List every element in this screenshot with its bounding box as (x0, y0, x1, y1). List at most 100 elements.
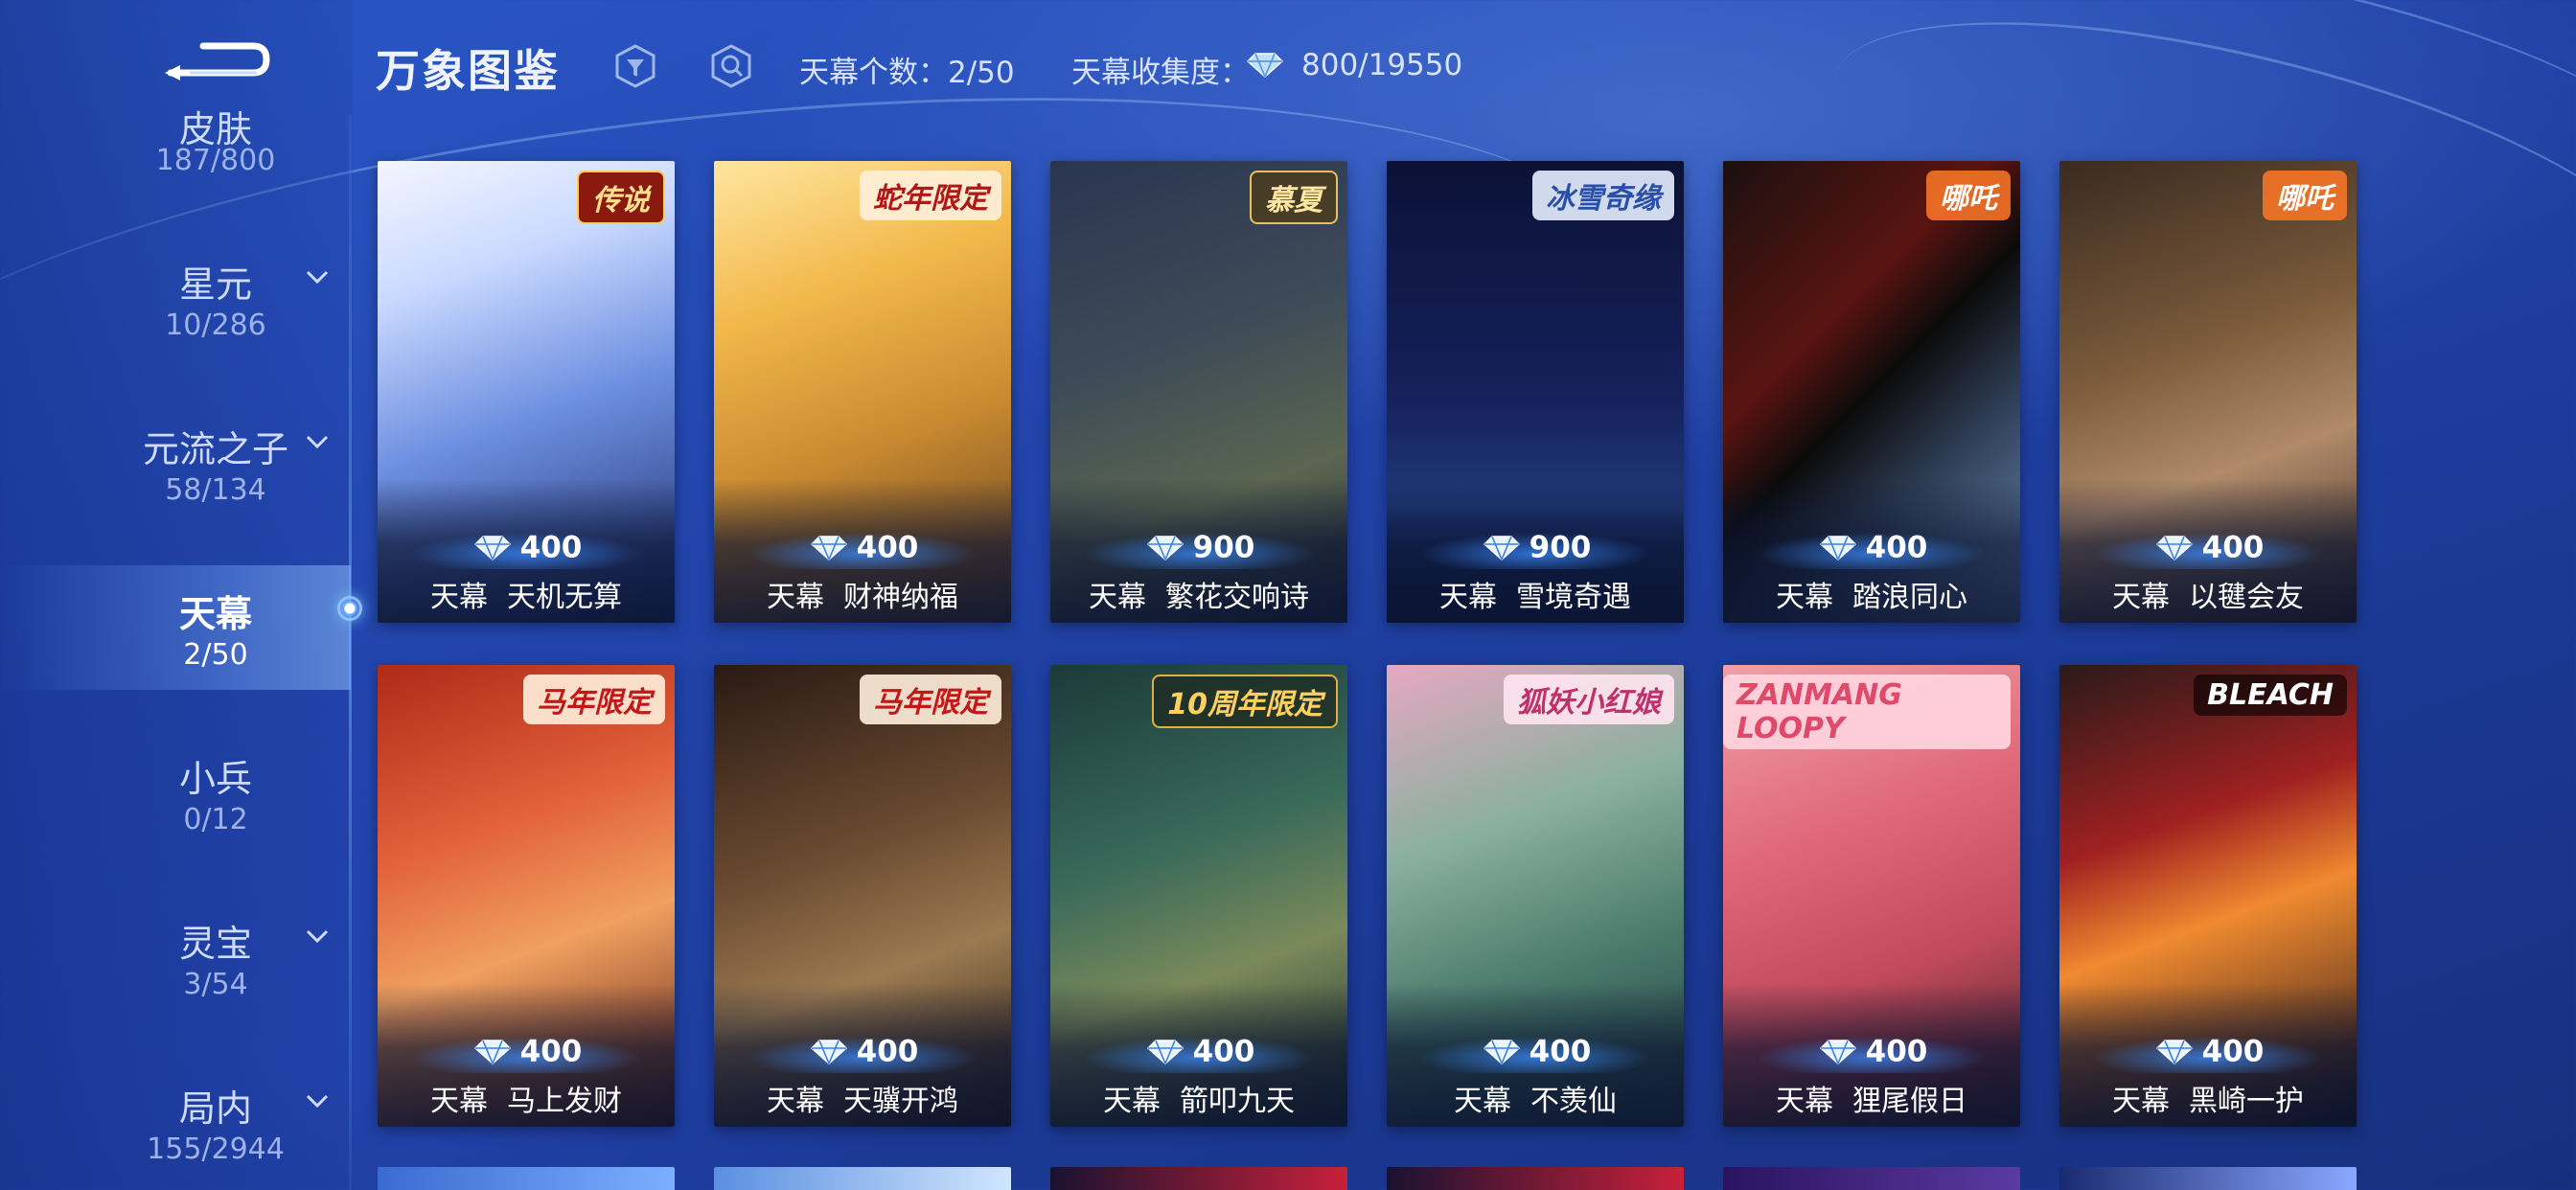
card-type: 天幕 (430, 581, 488, 614)
sidebar-item-label: 局内 (178, 1087, 252, 1130)
sidebar-item-skins[interactable]: 皮肤 187/800 (0, 100, 345, 186)
card-title: 天幕 不羡仙 (1387, 1077, 1684, 1118)
card-name: 踏浪同心 (1852, 581, 1967, 614)
card-name: 天骥开鸿 (843, 1085, 958, 1118)
page-title: 万象图鉴 (376, 45, 560, 97)
sidebar-item-minions[interactable]: 小兵 0/12 (0, 749, 345, 845)
diamond-icon (1146, 1039, 1184, 1064)
sidebar-item-label: 小兵 (178, 758, 252, 800)
sidebar-item-lingbao[interactable]: 灵宝 3/54 (0, 914, 345, 1010)
card-partial[interactable] (1723, 1167, 2020, 1190)
diamond-icon (1246, 53, 1284, 79)
sidebar-item-count: 155/2944 (147, 1133, 285, 1166)
card-price-value: 400 (1529, 1034, 1592, 1069)
sidebar-item-count: 2/50 (183, 638, 248, 672)
card-partial[interactable] (378, 1167, 675, 1190)
diamond-icon (2155, 535, 2193, 561)
card-partial[interactable] (714, 1167, 1011, 1190)
card-price: 400 (378, 529, 675, 565)
diamond-icon (1483, 1039, 1520, 1064)
collection-label: 天幕收集度： (1071, 56, 1250, 90)
diamond-icon (473, 535, 511, 561)
card-name: 狸尾假日 (1852, 1085, 1967, 1118)
card-type: 天幕 (1454, 1085, 1511, 1118)
card-title: 天幕 雪境奇遇 (1387, 573, 1684, 614)
filter-icon[interactable] (611, 42, 659, 90)
sidebar-item-count: 187/800 (155, 144, 276, 177)
card-price: 900 (1050, 529, 1347, 565)
chevron-down-icon (306, 435, 329, 449)
card-price-value: 400 (519, 530, 583, 565)
tianmu-card[interactable]: 狐妖小红娘 400 天幕 不羡仙 (1387, 665, 1684, 1127)
card-name: 财神纳福 (843, 581, 958, 614)
card-price: 400 (378, 1033, 675, 1069)
search-icon[interactable] (707, 42, 755, 90)
sidebar-item-tianmu[interactable]: 天幕 2/50 (0, 584, 345, 680)
card-title: 天幕 繁花交响诗 (1050, 573, 1347, 614)
card-price: 900 (1387, 529, 1684, 565)
card-price-value: 400 (1865, 1034, 1928, 1069)
card-name: 繁花交响诗 (1165, 581, 1309, 614)
card-type: 天幕 (2112, 1085, 2170, 1118)
tianmu-card[interactable]: 慕夏 900 天幕 繁花交响诗 (1050, 161, 1347, 623)
tianmu-card[interactable]: 传说 400 天幕 天机无算 (378, 161, 675, 623)
tianmu-card[interactable]: 蛇年限定 400 天幕 财神纳福 (714, 161, 1011, 623)
sidebar-item-count: 58/134 (165, 473, 266, 507)
card-price: 400 (1050, 1033, 1347, 1069)
diamond-icon (1483, 535, 1520, 561)
card-price: 400 (1387, 1033, 1684, 1069)
sidebar-item-xingyuan[interactable]: 星元 10/286 (0, 255, 345, 351)
tianmu-card[interactable]: ZANMANG LOOPY 400 天幕 狸尾假日 (1723, 665, 2020, 1127)
tianmu-card[interactable]: 冰雪奇缘 900 天幕 雪境奇遇 (1387, 161, 1684, 623)
sidebar-item-yuanliu[interactable]: 元流之子 58/134 (0, 420, 345, 515)
card-price-value: 400 (856, 530, 919, 565)
card-type: 天幕 (767, 1085, 824, 1118)
tianmu-card[interactable]: BLEACH 400 天幕 黑崎一护 (2059, 665, 2357, 1127)
sidebar-item-ingame[interactable]: 局内 155/2944 (0, 1079, 345, 1175)
tianmu-card[interactable]: 马年限定 400 天幕 天骥开鸿 (714, 665, 1011, 1127)
card-type: 天幕 (430, 1085, 488, 1118)
sidebar-item-label: 星元 (178, 263, 252, 306)
card-type: 天幕 (767, 581, 824, 614)
card-type: 天幕 (2112, 581, 2170, 614)
tianmu-card[interactable]: 哪吒 400 天幕 踏浪同心 (1723, 161, 2020, 623)
sidebar-item-label: 灵宝 (178, 923, 252, 965)
card-title: 天幕 黑崎一护 (2059, 1077, 2357, 1118)
card-price: 400 (714, 1033, 1011, 1069)
card-name: 天机无算 (507, 581, 622, 614)
card-badge: 慕夏 (1250, 171, 1338, 224)
sidebar-item-label: 元流之子 (142, 428, 288, 470)
sidebar-item-count: 10/286 (165, 309, 266, 342)
card-type: 天幕 (1439, 581, 1497, 614)
card-partial[interactable] (2059, 1167, 2357, 1190)
card-badge: 马年限定 (523, 675, 665, 724)
diamond-icon (473, 1039, 511, 1064)
tianmu-card[interactable]: 哪吒 400 天幕 以毽会友 (2059, 161, 2357, 623)
card-price-value: 400 (1865, 530, 1928, 565)
card-price: 400 (1723, 529, 2020, 565)
card-name: 雪境奇遇 (1516, 581, 1631, 614)
tianmu-card[interactable]: 10周年限定 400 天幕 箭叩九天 (1050, 665, 1347, 1127)
card-title: 天幕 箭叩九天 (1050, 1077, 1347, 1118)
collection-value: 800/19550 (1301, 48, 1463, 82)
back-button[interactable] (161, 31, 276, 88)
card-price: 400 (1723, 1033, 2020, 1069)
card-type: 天幕 (1103, 1085, 1161, 1118)
card-badge: 狐妖小红娘 (1504, 675, 1674, 724)
chevron-down-icon (306, 929, 329, 944)
card-name: 黑崎一护 (2189, 1085, 2304, 1118)
card-badge: 10周年限定 (1152, 675, 1338, 728)
card-title: 天幕 天骥开鸿 (714, 1077, 1011, 1118)
card-partial[interactable] (1050, 1167, 1347, 1190)
chevron-down-icon (306, 270, 329, 285)
card-title: 天幕 财神纳福 (714, 573, 1011, 614)
card-partial[interactable] (1387, 1167, 1684, 1190)
diamond-icon (810, 535, 847, 561)
sidebar-item-count: 0/12 (183, 803, 248, 836)
card-title: 天幕 踏浪同心 (1723, 573, 2020, 614)
card-title: 天幕 狸尾假日 (1723, 1077, 2020, 1118)
card-type: 天幕 (1776, 1085, 1833, 1118)
diamond-icon (1819, 535, 1856, 561)
diamond-icon (2155, 1039, 2193, 1064)
tianmu-card[interactable]: 马年限定 400 天幕 马上发财 (378, 665, 675, 1127)
